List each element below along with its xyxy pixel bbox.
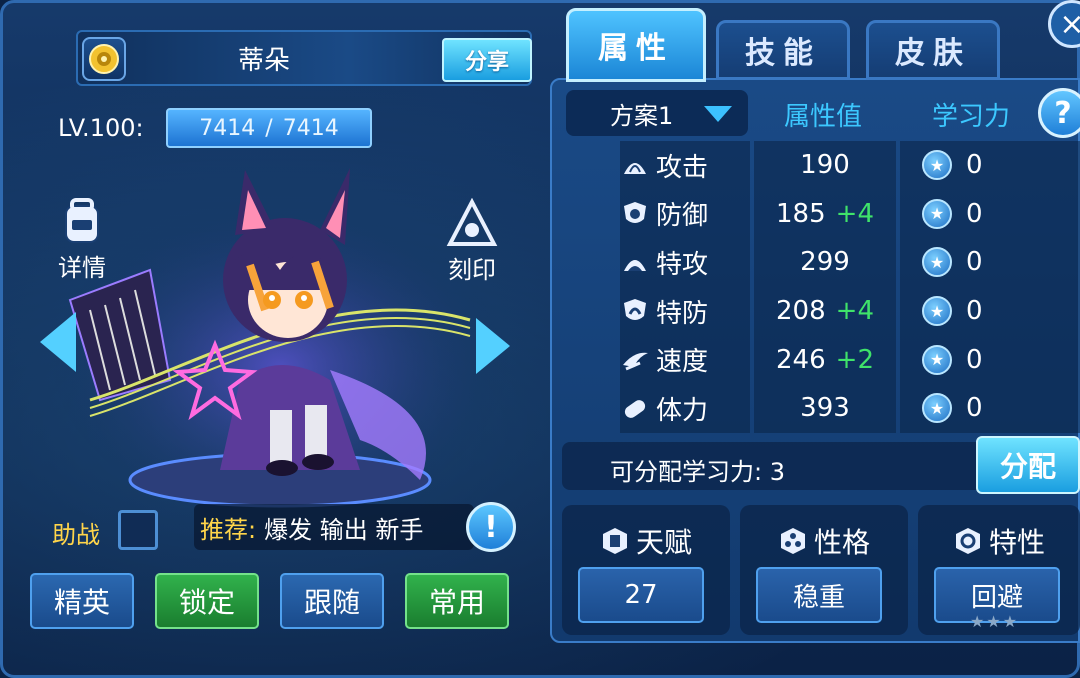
imprint-label: 刻印 bbox=[448, 256, 496, 284]
stat-row-special-defense: 特防 208 +4 ★ 0 bbox=[566, 286, 1080, 336]
recommend-bar: 推荐: 爆发 输出 新手 bbox=[194, 504, 474, 550]
stat-name: 速度 bbox=[656, 347, 709, 378]
stat-bonus: +4 bbox=[835, 296, 874, 327]
column-learning-header: 学习力 bbox=[932, 102, 1011, 132]
talent-card: 天赋 27 bbox=[562, 505, 730, 635]
hp-bar: 7414 / 7414 bbox=[166, 108, 372, 148]
lock-button[interactable]: 锁定 bbox=[155, 573, 259, 629]
nature-title: 性格 bbox=[740, 521, 908, 561]
stat-value: 185 bbox=[776, 198, 826, 229]
trait-label: 特性 bbox=[988, 526, 1045, 559]
imprint-icon bbox=[446, 198, 498, 246]
follow-button[interactable]: 跟随 bbox=[280, 573, 384, 629]
recommend-tags: 爆发 输出 新手 bbox=[264, 515, 424, 544]
column-value-header: 属性值 bbox=[784, 102, 863, 132]
nature-card: 性格 稳重 bbox=[740, 505, 908, 635]
stat-row-special-attack: 特攻 299 ★ 0 bbox=[566, 238, 1080, 287]
trait-title: 特性 bbox=[918, 521, 1080, 561]
allocatable-label: 可分配学习力: 3 bbox=[610, 452, 785, 487]
stat-row-speed: 速度 246 +2 ★ 0 bbox=[566, 335, 1080, 384]
stats-header: 方案1 属性值 学习力 ? bbox=[566, 88, 1080, 138]
stat-value: 246 bbox=[776, 344, 826, 375]
backpack-icon bbox=[65, 198, 99, 243]
learning-value: 0 bbox=[966, 198, 983, 229]
stat-bonus: +2 bbox=[835, 344, 874, 375]
talent-icon bbox=[602, 528, 627, 554]
stat-row-defense: 防御 185 +4 ★ 0 bbox=[566, 189, 1080, 239]
trait-stars-icon: ★★★ bbox=[970, 612, 1020, 631]
tab-attributes[interactable]: 属性 bbox=[566, 8, 706, 82]
learning-star-icon: ★ bbox=[922, 393, 952, 424]
next-character-arrow-icon[interactable] bbox=[476, 318, 510, 374]
stat-row-stamina: 体力 393 ★ 0 bbox=[566, 383, 1080, 433]
special-attack-icon bbox=[624, 260, 646, 272]
learning-star-icon: ★ bbox=[922, 150, 952, 181]
chevron-down-icon[interactable] bbox=[704, 106, 732, 122]
defense-icon bbox=[624, 201, 646, 223]
talent-title: 天赋 bbox=[562, 521, 730, 561]
nature-button[interactable]: 稳重 bbox=[756, 567, 882, 623]
stat-name: 体力 bbox=[656, 395, 709, 426]
stat-value: 190 bbox=[800, 150, 850, 181]
learning-star-icon: ★ bbox=[922, 296, 952, 327]
plan-label: 方案1 bbox=[610, 101, 674, 130]
learning-value: 0 bbox=[966, 344, 983, 375]
hp-separator: / bbox=[265, 115, 273, 141]
learning-value: 0 bbox=[966, 296, 983, 327]
imprint-button[interactable]: 刻印 bbox=[446, 198, 498, 285]
tab-skins[interactable]: 皮肤 bbox=[866, 20, 1000, 80]
talent-label: 天赋 bbox=[635, 526, 692, 559]
attack-icon bbox=[624, 163, 646, 175]
learning-value: 0 bbox=[966, 247, 983, 278]
talent-button[interactable]: 27 bbox=[578, 567, 704, 623]
character-name: 蒂朵 bbox=[238, 46, 291, 76]
hp-current: 7414 bbox=[199, 115, 256, 141]
recommend-prefix: 推荐: bbox=[200, 515, 257, 544]
stat-value: 299 bbox=[800, 247, 850, 278]
tab-skills[interactable]: 技能 bbox=[716, 20, 850, 80]
allocatable-value: 3 bbox=[769, 458, 786, 486]
assist-label: 助战 bbox=[52, 521, 100, 549]
level-label: LV.100: bbox=[58, 114, 144, 142]
stat-name: 特攻 bbox=[656, 249, 709, 280]
allocatable-text: 可分配学习力: bbox=[610, 458, 763, 486]
nature-label: 性格 bbox=[813, 526, 870, 559]
learning-value: 0 bbox=[966, 150, 983, 181]
learning-star-icon: ★ bbox=[922, 247, 952, 278]
share-button[interactable]: 分享 bbox=[442, 38, 532, 82]
stat-bonus: +4 bbox=[835, 198, 874, 229]
stat-name: 特防 bbox=[656, 298, 709, 329]
assist-checkbox[interactable] bbox=[118, 510, 158, 550]
stamina-icon bbox=[624, 400, 646, 419]
allocate-button[interactable]: 分配 bbox=[976, 436, 1080, 494]
stat-name: 攻击 bbox=[656, 152, 709, 183]
special-defense-icon bbox=[624, 299, 646, 321]
prev-character-arrow-icon[interactable] bbox=[40, 312, 76, 372]
nature-icon bbox=[780, 528, 805, 554]
recommend-info-button[interactable]: ! bbox=[466, 502, 516, 552]
stat-value: 208 bbox=[776, 296, 826, 327]
element-badge-icon[interactable] bbox=[82, 37, 126, 81]
learning-star-icon: ★ bbox=[922, 198, 952, 229]
details-button[interactable]: 详情 bbox=[56, 196, 108, 283]
elite-button[interactable]: 精英 bbox=[30, 573, 134, 629]
learning-value: 0 bbox=[966, 393, 983, 424]
trait-icon bbox=[955, 528, 980, 554]
speed-icon bbox=[623, 352, 648, 371]
help-icon[interactable]: ? bbox=[1038, 88, 1080, 138]
common-button[interactable]: 常用 bbox=[405, 573, 509, 629]
learning-star-icon: ★ bbox=[922, 344, 952, 375]
stat-name: 防御 bbox=[656, 201, 709, 232]
details-label: 详情 bbox=[58, 254, 106, 282]
hp-max: 7414 bbox=[282, 115, 339, 141]
stat-value: 393 bbox=[800, 393, 850, 424]
stat-row-attack: 攻击 190 ★ 0 bbox=[566, 141, 1080, 190]
stats-table: 攻击 190 ★ 0 防御 185 +4 ★ 0 特攻 299 ★ 0 特防 208 +4… bbox=[566, 141, 1080, 433]
